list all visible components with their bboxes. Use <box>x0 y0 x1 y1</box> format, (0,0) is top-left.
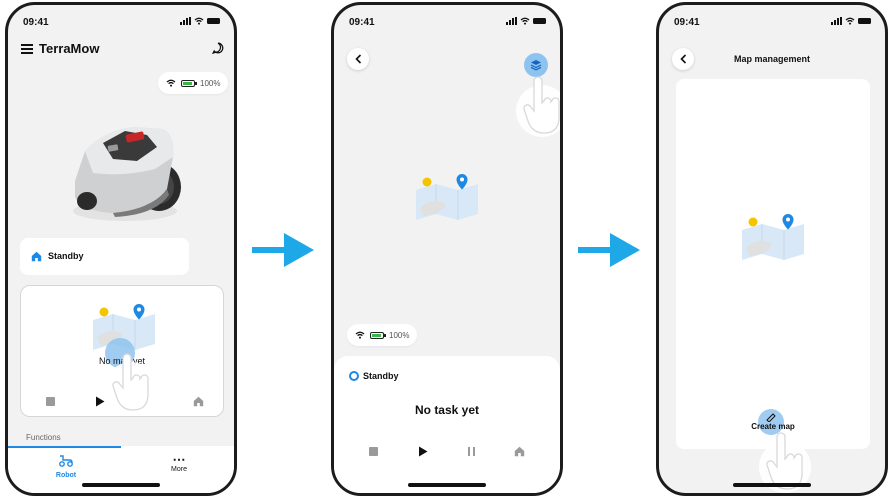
home-button[interactable] <box>512 444 526 458</box>
map-card[interactable]: No map yet <box>20 285 224 417</box>
cellular-signal-icon <box>506 17 517 25</box>
pause-icon <box>467 446 475 456</box>
battery-percent: 100% <box>389 330 410 340</box>
flow-arrow-icon <box>578 233 640 267</box>
menu-icon[interactable] <box>21 44 33 54</box>
map-illustration <box>416 174 478 220</box>
wifi-status-icon <box>520 17 530 25</box>
status-battery-icon <box>533 18 546 24</box>
robot-mower-icon <box>59 455 73 467</box>
state-indicator: Standby <box>349 371 399 381</box>
connection-status-pill: 100% <box>158 72 229 94</box>
home-status-icon <box>31 251 42 262</box>
state-label: Standby <box>363 371 399 381</box>
phone-screen-robot: 09:41 100% Standby No task yet <box>331 2 563 496</box>
home-indicator <box>733 483 811 487</box>
cellular-signal-icon <box>180 17 191 25</box>
standby-ring-icon <box>349 371 359 381</box>
hand-pointer-icon <box>105 353 157 414</box>
stop-button[interactable] <box>366 444 380 458</box>
home-indicator <box>408 483 486 487</box>
status-bar: 09:41 <box>23 15 220 31</box>
status-icons <box>180 17 220 25</box>
chat-icon[interactable] <box>212 42 224 54</box>
status-bar: 09:41 <box>349 15 546 31</box>
more-dots-icon: ⋯ <box>172 452 186 467</box>
nav-item-robot[interactable]: Robot <box>44 454 88 479</box>
dock-home-icon <box>193 396 203 406</box>
stop-button[interactable] <box>43 394 57 408</box>
flow-arrow-icon <box>252 233 314 267</box>
home-indicator <box>82 483 160 487</box>
dock-home-icon <box>514 446 524 456</box>
app-title: TerraMow <box>39 41 100 56</box>
status-icons <box>831 17 871 25</box>
status-time: 09:41 <box>23 17 49 28</box>
state-card[interactable]: Standby <box>20 238 189 275</box>
connection-status-pill: 100% <box>347 324 418 346</box>
phone-screen-home: 09:41 TerraMow 100% Standby No map yet F… <box>5 2 237 496</box>
nav-item-robot-label: Robot <box>55 472 77 479</box>
wifi-icon <box>355 331 365 339</box>
battery-icon <box>370 331 386 339</box>
wifi-icon <box>166 79 176 87</box>
battery-percent: 100% <box>200 78 221 88</box>
nav-active-indicator <box>8 446 121 448</box>
cellular-signal-icon <box>831 17 842 25</box>
status-icons <box>506 17 546 25</box>
stop-icon <box>45 396 55 406</box>
wifi-status-icon <box>845 17 855 25</box>
battery-icon <box>181 79 197 87</box>
mower-illustration <box>73 127 181 221</box>
status-time: 09:41 <box>674 17 700 28</box>
nav-item-more[interactable]: ⋯ More <box>157 452 201 473</box>
state-label: Standby <box>48 251 84 261</box>
wifi-status-icon <box>194 17 204 25</box>
functions-label: Functions <box>26 433 61 442</box>
chevron-left-icon <box>354 54 361 64</box>
map-illustration <box>742 214 804 260</box>
pause-button[interactable] <box>464 444 478 458</box>
pencil-icon <box>766 413 776 422</box>
hand-pointer-icon <box>516 76 560 137</box>
play-button[interactable] <box>416 444 430 458</box>
back-button[interactable] <box>347 48 369 70</box>
status-battery-icon <box>207 18 220 24</box>
page-title: Map management <box>733 54 811 64</box>
phone-screen-map-management: 09:41 Map management Create map <box>656 2 888 496</box>
task-text: No task yet <box>414 403 480 417</box>
status-bar: 09:41 <box>674 15 871 31</box>
task-panel: Standby No task yet <box>334 356 560 493</box>
stop-icon <box>368 446 378 456</box>
map-list-card: Create map <box>676 79 870 449</box>
status-time: 09:41 <box>349 17 375 28</box>
play-icon <box>419 446 428 456</box>
home-button[interactable] <box>191 394 205 408</box>
nav-item-more-label: More <box>171 466 187 473</box>
status-battery-icon <box>858 18 871 24</box>
